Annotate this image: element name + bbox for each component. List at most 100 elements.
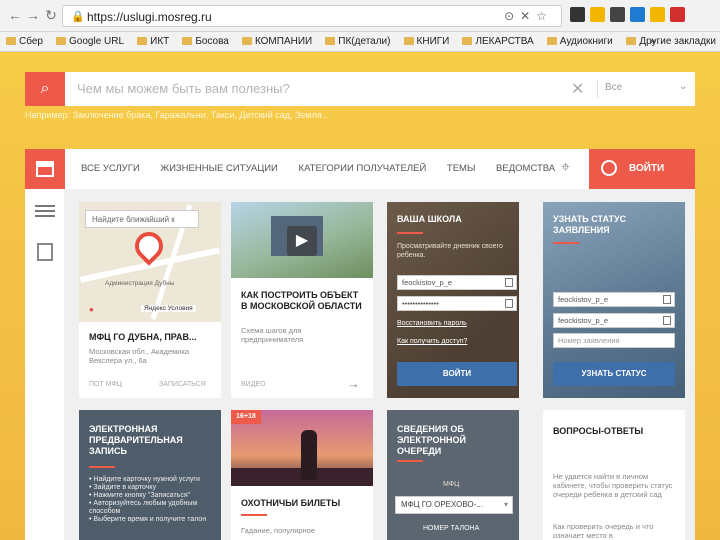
bookmark-label: ИКТ bbox=[150, 36, 170, 47]
forward-icon[interactable]: → bbox=[24, 6, 42, 24]
cart-icon[interactable] bbox=[630, 7, 645, 22]
nav-recipient-categories[interactable]: КАТЕГОРИИ ПОЛУЧАТЕЛЕЙ bbox=[299, 163, 427, 174]
menu-icon[interactable] bbox=[35, 205, 55, 217]
chevron-down-icon[interactable]: ⌄ bbox=[679, 81, 687, 92]
accent-line bbox=[397, 232, 423, 234]
nav-all-services[interactable]: ВСЕ УСЛУГИ bbox=[81, 163, 140, 174]
folder-icon bbox=[626, 37, 637, 45]
bookmark[interactable]: Google URL bbox=[56, 32, 124, 51]
queue-card[interactable]: ЭЛЕКТРОННАЯ ПРЕДВАРИТЕЛЬНАЯ ЗАПИСЬ Найди… bbox=[79, 410, 221, 540]
bookmark[interactable]: Сбер bbox=[6, 32, 43, 51]
site-header: ВСЕ УСЛУГИ ЖИЗНЕННЫЕ СИТУАЦИИ КАТЕГОРИИ … bbox=[25, 149, 695, 189]
build-card[interactable]: ▶ КАК ПОСТРОИТЬ ОБЪЕКТ В МОСКОВСКОЙ ОБЛА… bbox=[231, 202, 373, 398]
extension-icon[interactable] bbox=[570, 7, 585, 22]
application-number-input[interactable]: Номер заявления bbox=[553, 333, 675, 348]
bookmark[interactable]: ИКТ bbox=[137, 32, 170, 51]
video-tag: ВИДЕО bbox=[241, 381, 266, 388]
school-password-value: •••••••••••••• bbox=[402, 299, 439, 308]
school-text: Просматривайте дневник своего ребенка. bbox=[397, 243, 503, 259]
main-nav: ВСЕ УСЛУГИ ЖИЗНЕННЫЕ СИТУАЦИИ КАТЕГОРИИ … bbox=[81, 163, 573, 174]
hunter-silhouette bbox=[301, 430, 317, 480]
user-icon bbox=[601, 160, 617, 176]
other-bookmarks[interactable]: Другие закладки bbox=[626, 32, 716, 51]
bookmark-icon bbox=[6, 37, 16, 45]
school-login-input[interactable]: feockistov_p_e bbox=[397, 275, 517, 290]
clear-icon[interactable]: ✕ bbox=[571, 79, 584, 99]
equeue-card: СВЕДЕНИЯ ОБ ЭЛЕКТРОННОЙ ОЧЕРЕДИ МФЦ МФЦ … bbox=[387, 410, 519, 540]
nav-life-situations[interactable]: ЖИЗНЕННЫЕ СИТУАЦИИ bbox=[160, 163, 278, 174]
equeue-title: СВЕДЕНИЯ ОБ ЭЛЕКТРОННОЙ ОЧЕРЕДИ bbox=[397, 424, 466, 456]
extension-icon[interactable] bbox=[650, 7, 665, 22]
school-password-input[interactable]: •••••••••••••• bbox=[397, 296, 517, 311]
bookmark[interactable]: КНИГИ bbox=[403, 32, 449, 51]
extension-icon[interactable] bbox=[610, 7, 625, 22]
access-help-link[interactable]: Как получить доступ? bbox=[397, 338, 467, 345]
key-icon bbox=[663, 316, 671, 325]
bookmark[interactable]: Босова bbox=[182, 32, 229, 51]
map-credit[interactable]: Яндекс Условия bbox=[141, 305, 196, 312]
accent-line bbox=[241, 514, 267, 516]
school-title: ВАША ШКОЛА bbox=[397, 214, 462, 224]
mfc-select[interactable]: МФЦ ГО ОРЕХОВО-... ▾ bbox=[395, 496, 513, 514]
mfc-card[interactable]: Найдите ближайший к Администрация Дубны … bbox=[79, 202, 221, 398]
bookmark[interactable]: ЛЕКАРСТВА bbox=[462, 32, 534, 51]
extension-icon[interactable] bbox=[590, 7, 605, 22]
arrow-right-icon[interactable]: → bbox=[347, 376, 360, 391]
restore-password-link[interactable]: Восстановить пароль bbox=[397, 320, 467, 327]
mfc-title: МФЦ ГО ДУБНА, ПРАВ... bbox=[89, 332, 197, 342]
mfc-signup-link[interactable]: ЗАПИСАТЬСЯ bbox=[159, 381, 206, 388]
hunting-card[interactable]: 16+18 ОХОТНИЧЬИ БИЛЕТЫ Гадание, популярн… bbox=[231, 410, 373, 540]
check-status-button[interactable]: УЗНАТЬ СТАТУС bbox=[553, 362, 675, 386]
url-text: https://uslugi.mosreg.ru bbox=[87, 10, 212, 24]
key-icon bbox=[663, 295, 671, 304]
logo[interactable] bbox=[25, 149, 65, 189]
faq-card[interactable]: ВОПРОСЫ-ОТВЕТЫ Не удается найти в личном… bbox=[543, 410, 685, 540]
nav-departments[interactable]: ВЕДОМСТВА bbox=[496, 163, 555, 174]
bookmark-label: Босова bbox=[195, 36, 229, 47]
mfc-select-value: МФЦ ГО ОРЕХОВО-... bbox=[401, 500, 483, 509]
folder-icon bbox=[182, 37, 193, 45]
map-search-input[interactable]: Найдите ближайший к bbox=[85, 210, 199, 228]
accent-line bbox=[89, 466, 115, 468]
bookmarks-bar: Сбер Google URL ИКТ Босова КОМПАНИИ ПК(д… bbox=[0, 32, 720, 52]
search-input[interactable]: Чем мы можем быть вам полезны? bbox=[77, 81, 290, 96]
folder-icon bbox=[241, 37, 252, 45]
search-bar: ⌕ Чем мы можем быть вам полезны? ✕ Все ⌄ bbox=[25, 72, 695, 106]
status-login-input-2[interactable]: feockistov_p_e bbox=[553, 313, 675, 328]
list-item: Авторизуйтесь любым удобным способом bbox=[89, 500, 213, 516]
adblock-icon[interactable] bbox=[670, 7, 685, 22]
school-login-value: feockistov_p_e bbox=[402, 278, 453, 287]
folder-icon bbox=[546, 37, 557, 45]
back-icon[interactable]: ← bbox=[6, 6, 24, 24]
folder-icon bbox=[462, 37, 473, 45]
document-icon[interactable] bbox=[37, 243, 53, 261]
bookmark-label: КОМПАНИИ bbox=[254, 36, 313, 47]
faq-question[interactable]: Как проверить очередь и что означает мес… bbox=[553, 522, 677, 540]
search-scope-select[interactable]: Все bbox=[605, 82, 622, 93]
bookmark-label: ЛЕКАРСТВА bbox=[475, 36, 534, 47]
location-pin-icon[interactable]: ⌖ bbox=[561, 159, 570, 177]
bookmark[interactable]: Аудиокниги bbox=[546, 32, 613, 51]
status-login-input[interactable]: feockistov_p_e bbox=[553, 292, 675, 307]
lock-icon: 🔒 bbox=[71, 11, 85, 23]
bookmark[interactable]: КОМПАНИИ bbox=[241, 32, 313, 51]
address-bar-actions[interactable]: ⊙✕☆ bbox=[504, 9, 553, 23]
faq-question[interactable]: Не удается найти в личном кабинете, чтоб… bbox=[553, 472, 677, 499]
play-icon[interactable]: ▶ bbox=[287, 226, 317, 256]
bookmark[interactable]: ПК(детали) bbox=[325, 32, 390, 51]
chevron-down-icon: ▾ bbox=[503, 500, 508, 509]
map[interactable]: Найдите ближайший к Администрация Дубны … bbox=[79, 202, 221, 322]
login-button[interactable]: ВОЙТИ bbox=[589, 149, 695, 189]
folder-icon bbox=[403, 37, 414, 45]
nav-topics[interactable]: ТЕМЫ bbox=[447, 163, 475, 174]
video-thumbnail[interactable]: ▶ bbox=[231, 202, 373, 278]
page: ⌕ Чем мы можем быть вам полезны? ✕ Все ⌄… bbox=[0, 52, 720, 540]
sidebar bbox=[25, 189, 65, 540]
mfc-tag: ПОТ МФЦ bbox=[89, 381, 122, 388]
reload-icon[interactable]: ↻ bbox=[42, 6, 60, 24]
address-bar[interactable]: 🔒 https://uslugi.mosreg.ru ⊙✕☆ bbox=[62, 5, 562, 27]
folder-icon bbox=[325, 37, 336, 45]
school-login-button[interactable]: ВОЙТИ bbox=[397, 362, 517, 386]
mfc-label: МФЦ bbox=[443, 481, 460, 488]
search-icon[interactable]: ⌕ bbox=[25, 72, 65, 106]
